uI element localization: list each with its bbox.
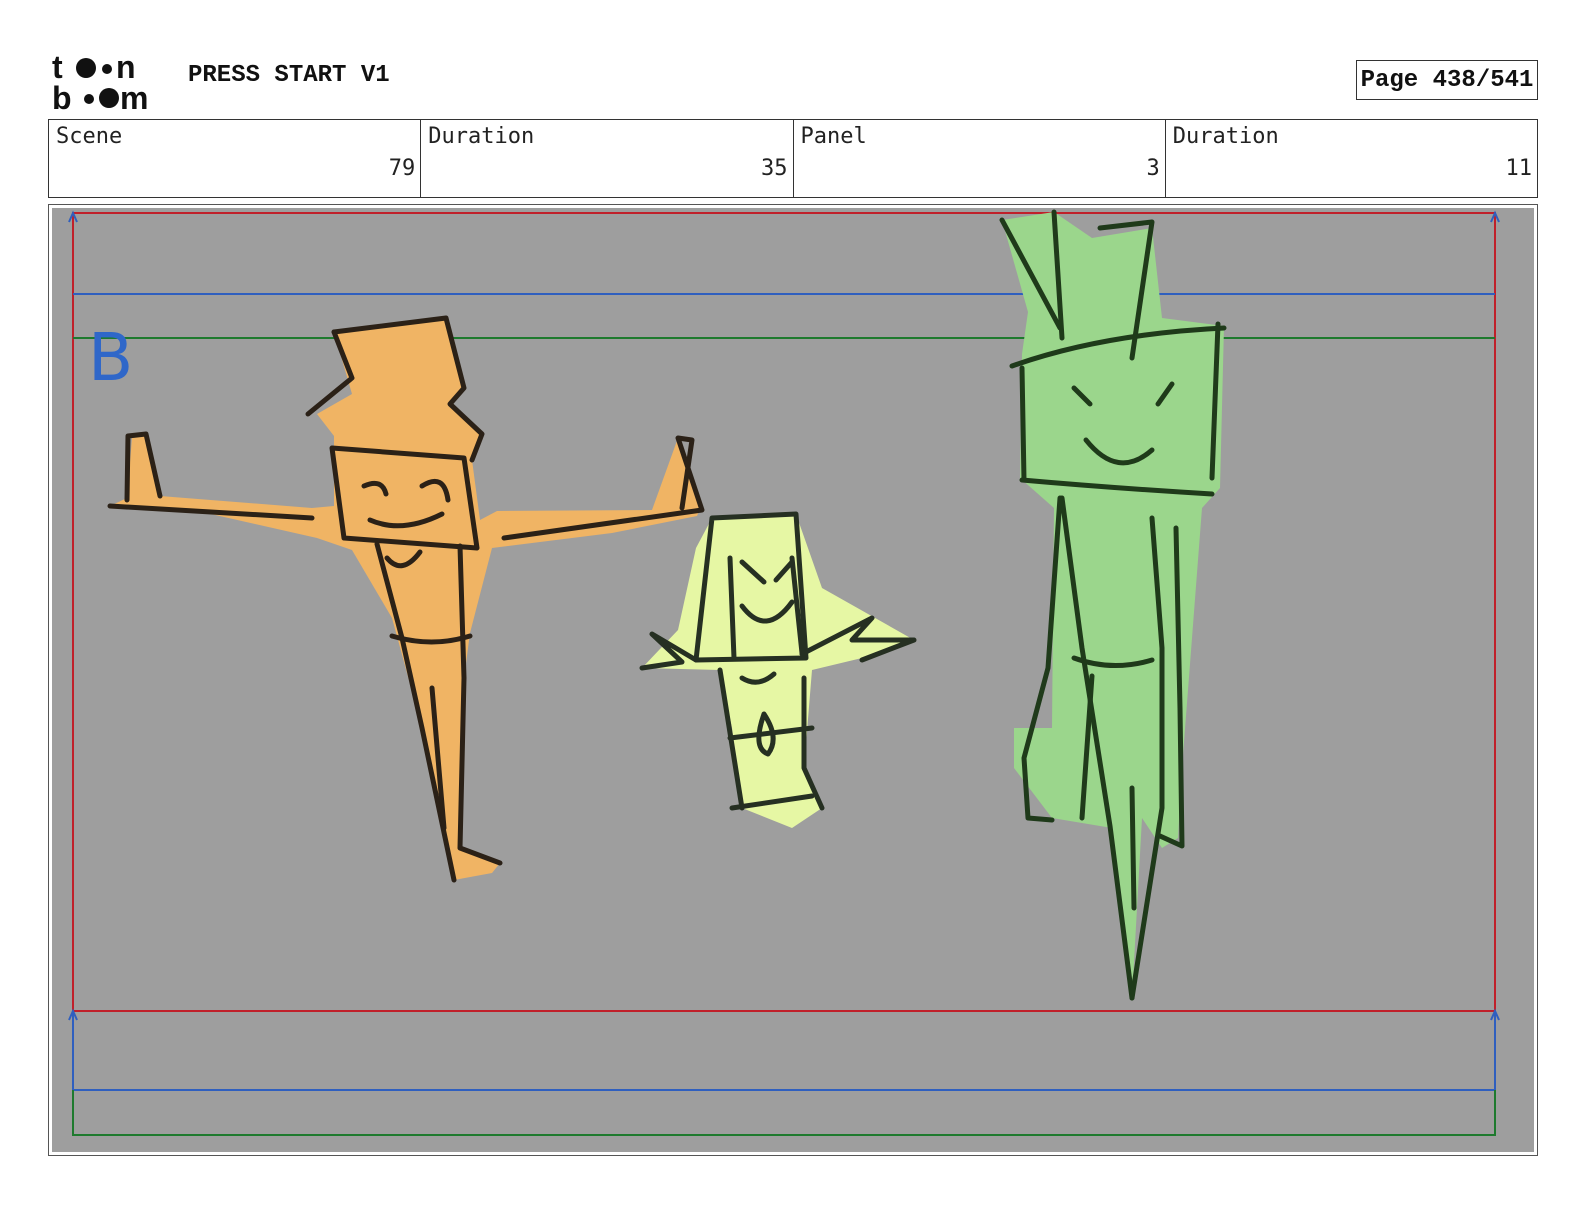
scene-duration-value: 35 — [761, 156, 788, 181]
panel-duration-cell: Duration 11 — [1166, 120, 1537, 197]
panel-value: 3 — [1146, 156, 1160, 181]
panel-drawing: B — [52, 208, 1534, 1152]
svg-text:b: b — [52, 80, 72, 112]
toon-boom-logo: t n b m — [52, 52, 148, 112]
scene-value: 79 — [388, 156, 416, 181]
panel-cell: Panel 3 — [794, 120, 1166, 197]
scene-cell: Scene 79 — [49, 120, 422, 197]
scene-duration-cell: Duration 35 — [421, 120, 794, 197]
panel-label: Panel — [800, 124, 867, 149]
storyboard-panel: B — [48, 204, 1538, 1156]
svg-text:m: m — [120, 80, 148, 112]
project-title: PRESS START V1 — [188, 62, 390, 89]
scene-label: Scene — [56, 124, 123, 149]
scene-duration-label: Duration — [428, 124, 535, 149]
scene-info-table: Scene 79 Duration 35 Panel 3 Duration 11 — [48, 119, 1538, 198]
layer-marker: B — [88, 319, 133, 396]
page-counter: Page 438/541 — [1356, 60, 1538, 100]
panel-duration-value: 11 — [1505, 156, 1533, 181]
panel-duration-label: Duration — [1172, 124, 1279, 149]
